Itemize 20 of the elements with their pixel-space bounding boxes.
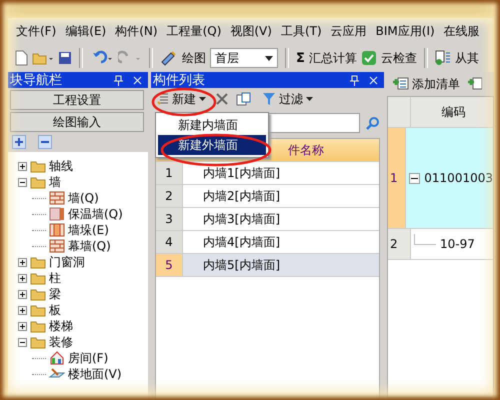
- table-cell: 011001003: [424, 171, 493, 185]
- table-cell-text: 内墙1[内墙面]: [202, 164, 281, 182]
- table-cell-text: 内墙4[内墙面]: [202, 234, 281, 250]
- row-number: 4: [156, 231, 183, 253]
- table-cell: 10-97: [440, 237, 475, 251]
- table-cell-text: 内墙2[内墙面]: [202, 188, 281, 204]
- row-number: 5: [156, 254, 183, 276]
- row-number: 1: [156, 162, 183, 184]
- table-cell-text: 内墙3[内墙面]: [202, 210, 281, 228]
- table-cell: 内墙5[内墙面]: [183, 254, 379, 276]
- column-header: 件名称: [288, 142, 324, 158]
- draw-label: 绘图: [182, 50, 206, 66]
- panel-title: 构件列表: [153, 72, 206, 89]
- row-number: 1: [388, 128, 406, 228]
- sigma-icon: Σ: [296, 50, 305, 66]
- row-number: 2: [156, 185, 183, 207]
- panel-title: 块导航栏: [10, 72, 63, 89]
- row-number: 3: [156, 208, 183, 230]
- column-header: 编码: [440, 104, 466, 120]
- row-number: 2: [388, 229, 411, 259]
